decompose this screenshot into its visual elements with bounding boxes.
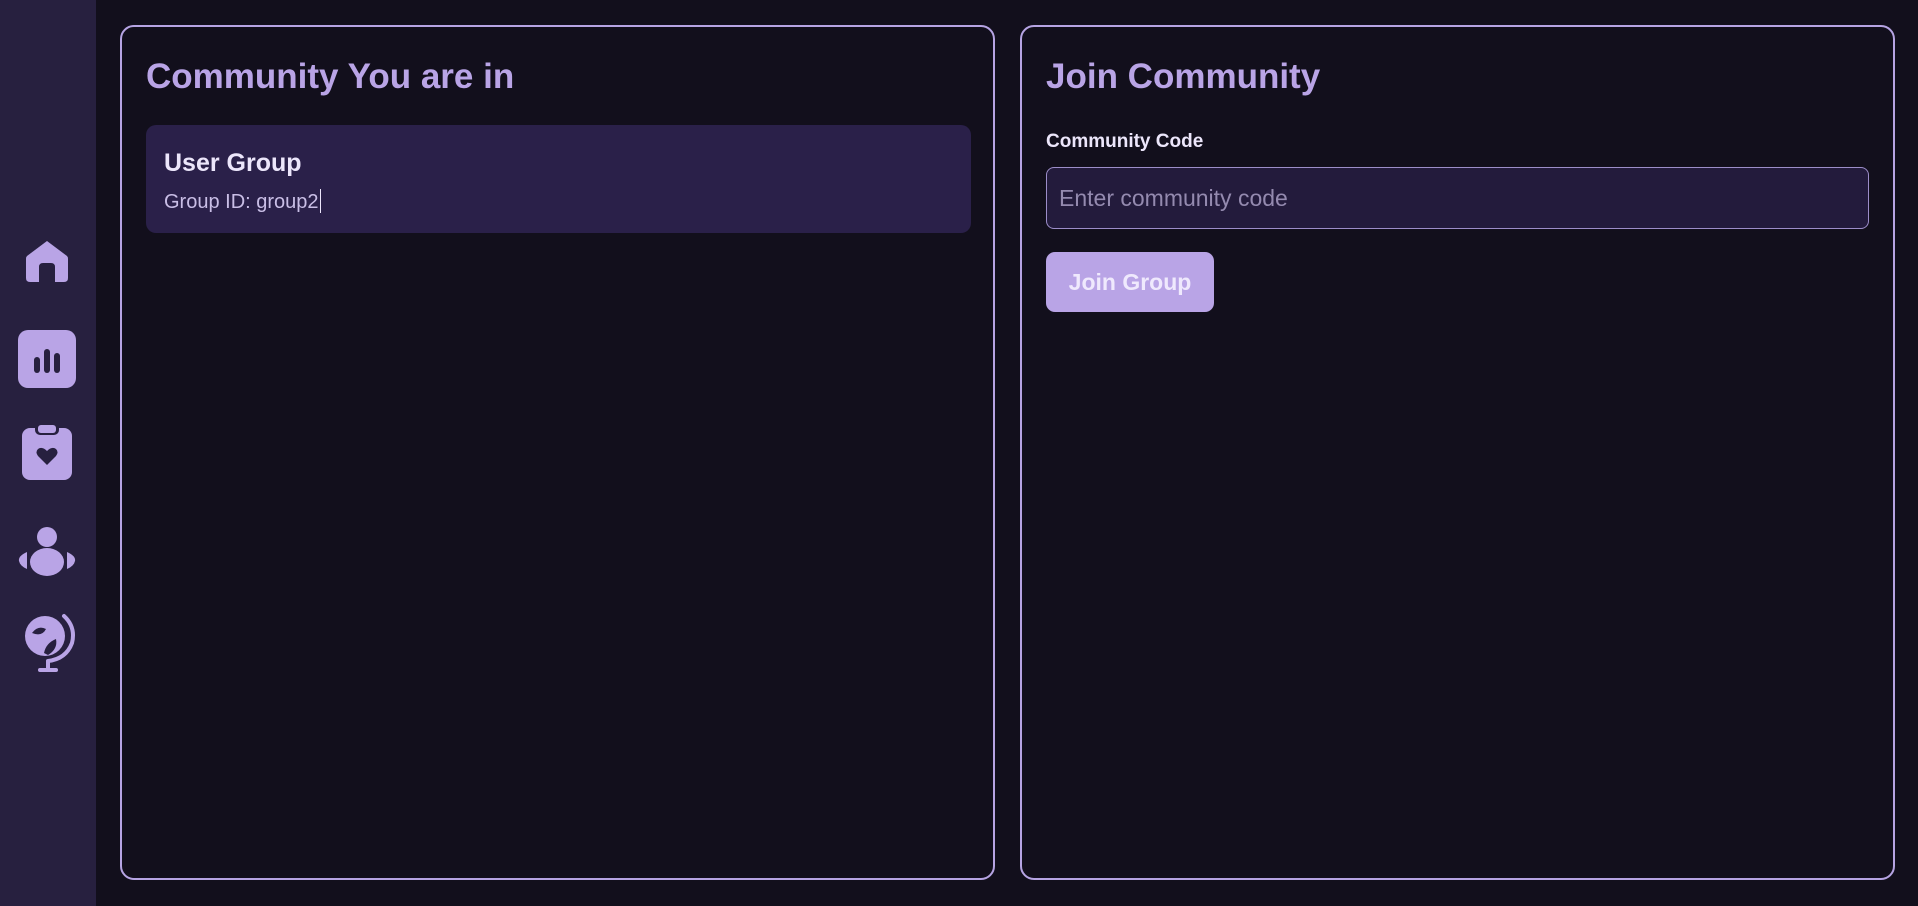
join-group-button[interactable]: Join Group [1046, 252, 1214, 312]
app-root: Community You are in User Group Group ID… [0, 0, 1918, 906]
nav-analytics[interactable] [18, 330, 76, 388]
community-code-label: Community Code [1046, 131, 1204, 152]
community-code-input[interactable] [1046, 167, 1869, 229]
group-card[interactable]: User Group Group ID: group2 [146, 125, 971, 233]
clipboard-heart-icon [22, 422, 72, 480]
nav-home[interactable] [18, 232, 76, 290]
join-community-panel: Join Community Community Code Join Group [1020, 25, 1895, 880]
group-name: User Group [164, 149, 302, 177]
my-communities-panel: Community You are in User Group Group ID… [120, 25, 995, 880]
group-id-line: Group ID: group2 [164, 189, 322, 214]
panel-title: Community You are in [146, 57, 515, 96]
bar-chart-icon [34, 349, 60, 373]
nav-globe[interactable] [18, 612, 76, 672]
nav-health[interactable] [18, 422, 76, 480]
panel-title: Join Community [1046, 57, 1321, 96]
community-icon [18, 527, 76, 576]
group-id: Group ID: group2 [164, 191, 319, 213]
home-icon [26, 241, 68, 282]
globe-icon [25, 614, 75, 672]
text-cursor [319, 189, 322, 213]
sidebar [0, 0, 96, 906]
nav-community[interactable] [18, 522, 76, 580]
